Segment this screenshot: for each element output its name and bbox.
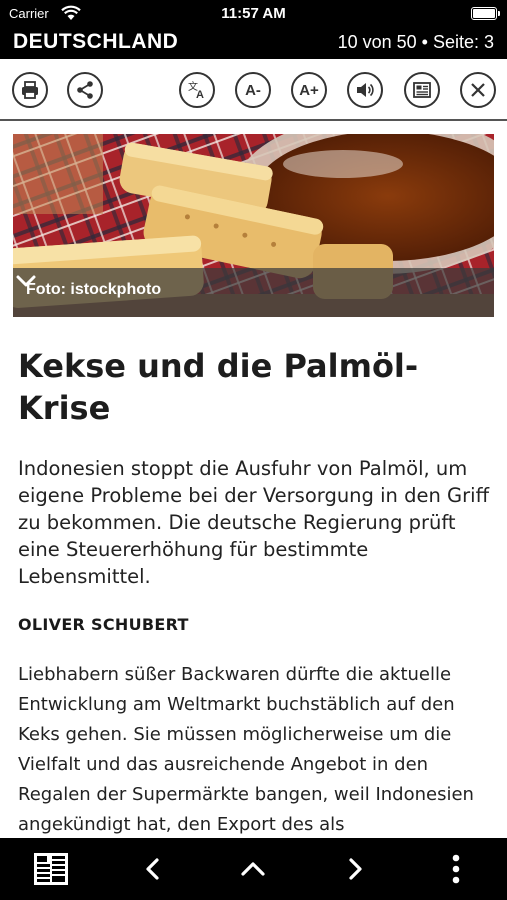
page-view-button[interactable]: [404, 72, 440, 108]
close-button[interactable]: [460, 72, 496, 108]
caption-bar: Foto: istockphoto: [13, 268, 494, 317]
printer-icon: [22, 81, 38, 99]
article-body: Liebhabern süßer Backwaren dürfte die ak…: [18, 664, 474, 835]
share-button[interactable]: [67, 72, 103, 108]
svg-text:A: A: [196, 89, 204, 101]
battery-icon: [471, 7, 500, 20]
read-aloud-button[interactable]: [347, 72, 383, 108]
clock: 11:57 AM: [221, 5, 286, 22]
chevron-down-icon[interactable]: [13, 268, 39, 294]
article-lead: Indonesien stoppt die Ausfuhr von Palmöl…: [18, 457, 490, 588]
more-menu-button[interactable]: [436, 838, 476, 900]
article-author: OLIVER SCHUBERT: [18, 615, 189, 634]
font-larger-label: A+: [299, 81, 319, 99]
next-article-button[interactable]: [332, 838, 378, 900]
previous-article-button[interactable]: [130, 838, 176, 900]
up-button[interactable]: [230, 838, 276, 900]
more-vertical-icon: [452, 854, 460, 884]
image-caption: Foto: istockphoto: [26, 281, 162, 298]
font-smaller-label: A-: [245, 81, 261, 99]
translate-icon: 文 A: [188, 80, 204, 101]
newspaper-icon: [34, 853, 68, 885]
article-headline: Kekse und die Palmöl-Krise: [18, 347, 419, 427]
article-toolbar: 文 A A- A+: [0, 59, 507, 121]
chevron-right-icon: [349, 858, 362, 880]
print-button[interactable]: [12, 72, 48, 108]
speaker-icon: [357, 83, 374, 97]
translate-button[interactable]: 文 A: [179, 72, 215, 108]
section-title: DEUTSCHLAND: [13, 30, 179, 53]
chevron-left-icon: [146, 858, 159, 880]
article-image[interactable]: Foto: istockphoto: [13, 134, 494, 317]
close-icon: [471, 83, 485, 97]
page-indicator: 10 von 50 • Seite: 3: [337, 32, 494, 52]
bottom-nav: [0, 838, 507, 900]
top-bar: Carrier 11:57 AM DEUTSCHLAND 10 von 50 •…: [0, 0, 507, 59]
newspaper-view-button[interactable]: [26, 838, 76, 900]
font-larger-button[interactable]: A+: [291, 72, 327, 108]
newspaper-icon: [413, 82, 431, 98]
share-icon: [77, 81, 93, 99]
chevron-up-icon: [241, 862, 265, 876]
font-smaller-button[interactable]: A-: [235, 72, 271, 108]
status-bar: Carrier 11:57 AM: [0, 0, 507, 28]
